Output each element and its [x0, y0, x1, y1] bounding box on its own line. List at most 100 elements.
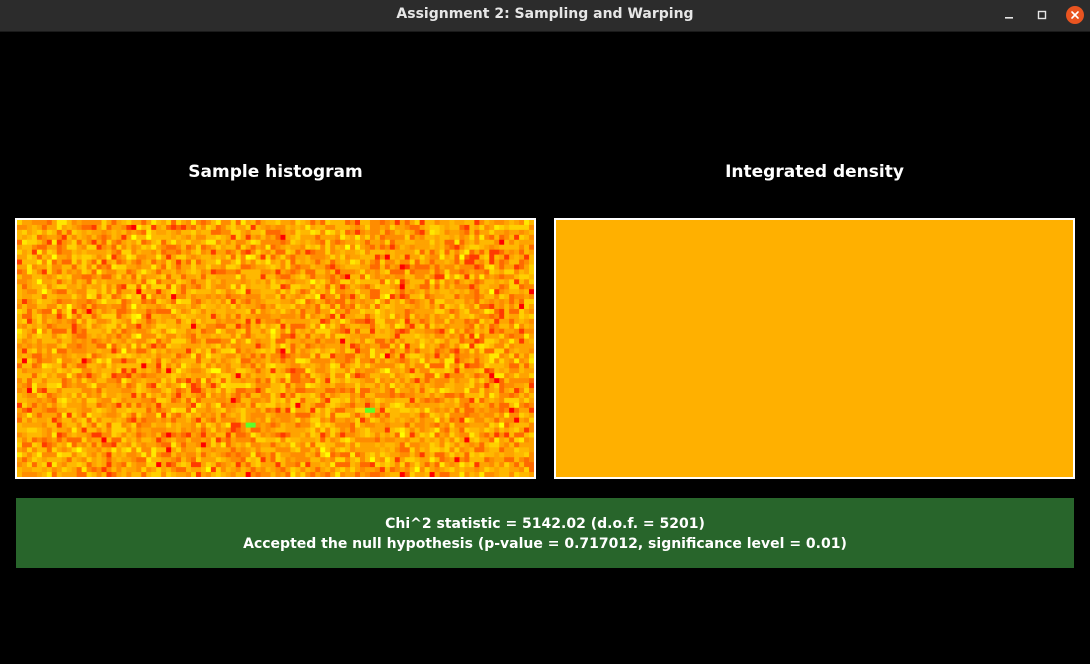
- histogram-cell: [210, 239, 217, 246]
- histogram-cell: [101, 308, 108, 315]
- histogram-cell: [369, 259, 376, 266]
- histogram-cell: [260, 417, 267, 424]
- histogram-cell: [66, 224, 73, 231]
- histogram-cell: [46, 274, 53, 280]
- histogram-cell: [21, 264, 28, 271]
- histogram-cell: [151, 254, 157, 261]
- title-bar[interactable]: Assignment 2: Sampling and Warping: [0, 0, 1090, 32]
- histogram-cell: [136, 269, 142, 275]
- histogram-cell: [66, 294, 73, 300]
- histogram-cell: [419, 437, 426, 443]
- histogram-cell: [479, 259, 485, 266]
- histogram-cell: [305, 402, 311, 409]
- histogram-cell: [444, 432, 451, 439]
- histogram-cell: [96, 402, 103, 409]
- histogram-cell: [56, 274, 63, 280]
- histogram-cell: [186, 397, 192, 404]
- histogram-cell: [369, 333, 376, 340]
- histogram-cell: [434, 348, 441, 355]
- histogram-cell: [71, 264, 78, 271]
- histogram-cell: [295, 412, 301, 419]
- histogram-cell: [230, 353, 237, 359]
- histogram-cell: [489, 338, 495, 345]
- histogram-cell: [156, 234, 162, 241]
- histogram-cell: [225, 289, 232, 295]
- histogram-cell: [340, 333, 346, 340]
- histogram-cell: [419, 264, 426, 271]
- histogram-cell: [364, 353, 371, 359]
- histogram-cell: [36, 244, 43, 251]
- histogram-cell: [449, 249, 456, 256]
- histogram-cell: [320, 269, 326, 275]
- histogram-cell: [186, 229, 192, 236]
- histogram-cell: [141, 304, 147, 310]
- histogram-cell: [176, 368, 182, 374]
- histogram-cell: [384, 299, 391, 305]
- histogram-cell: [245, 244, 252, 251]
- histogram-cell: [250, 407, 257, 414]
- histogram-cell: [424, 417, 431, 424]
- histogram-cell: [394, 318, 401, 325]
- histogram-cell: [176, 299, 182, 305]
- histogram-cell: [374, 417, 381, 424]
- histogram-cell: [469, 422, 475, 429]
- maximize-button[interactable]: [1031, 4, 1053, 26]
- histogram-cell: [51, 422, 58, 429]
- histogram-cell: [255, 323, 262, 330]
- histogram-cell: [171, 229, 177, 236]
- histogram-cell: [161, 220, 167, 226]
- histogram-cell: [215, 442, 222, 448]
- histogram-cell: [519, 249, 525, 256]
- histogram-cell: [190, 397, 197, 404]
- histogram-cell: [389, 323, 396, 330]
- histogram-cell: [220, 333, 227, 340]
- histogram-cell: [141, 358, 147, 364]
- minimize-button[interactable]: [998, 4, 1020, 26]
- histogram-cell: [186, 392, 192, 399]
- histogram-cell: [270, 308, 277, 315]
- histogram-cell: [166, 388, 172, 394]
- histogram-cell: [414, 397, 421, 404]
- histogram-cell: [444, 412, 451, 419]
- histogram-cell: [21, 269, 28, 275]
- histogram-cell: [51, 323, 58, 330]
- histogram-cell: [414, 402, 421, 409]
- histogram-cell: [509, 432, 515, 439]
- histogram-cell: [17, 220, 23, 226]
- histogram-cell: [330, 373, 336, 379]
- histogram-cell: [345, 407, 351, 414]
- histogram-cell: [384, 244, 391, 251]
- histogram-cell: [270, 348, 277, 355]
- histogram-cell: [374, 274, 381, 280]
- histogram-cell: [156, 412, 162, 419]
- histogram-cell: [469, 353, 475, 359]
- histogram-cell: [439, 299, 446, 305]
- histogram-cell: [305, 274, 311, 280]
- histogram-cell: [424, 407, 431, 414]
- close-button[interactable]: [1064, 4, 1086, 26]
- histogram-cell: [151, 249, 157, 256]
- histogram-cell: [17, 402, 23, 409]
- histogram-cell: [374, 338, 381, 345]
- histogram-cell: [186, 313, 192, 320]
- histogram-cell: [394, 269, 401, 275]
- histogram-cell: [205, 304, 212, 310]
- histogram-cell: [285, 244, 292, 251]
- histogram-cell: [270, 264, 277, 271]
- histogram-cell: [26, 264, 33, 271]
- histogram-cell: [364, 373, 371, 379]
- histogram-cell: [459, 407, 465, 414]
- histogram-cell: [509, 368, 515, 374]
- histogram-cell: [66, 234, 73, 241]
- histogram-cell: [360, 432, 366, 439]
- histogram-cell: [66, 402, 73, 409]
- histogram-cell: [305, 343, 311, 350]
- histogram-cell: [225, 427, 232, 434]
- histogram-cell: [285, 323, 292, 330]
- histogram-cell: [96, 299, 103, 305]
- histogram-cell: [479, 412, 485, 419]
- histogram-cell: [484, 343, 490, 350]
- histogram-cell: [265, 397, 272, 404]
- histogram-cell: [295, 358, 301, 364]
- histogram-cell: [36, 313, 43, 320]
